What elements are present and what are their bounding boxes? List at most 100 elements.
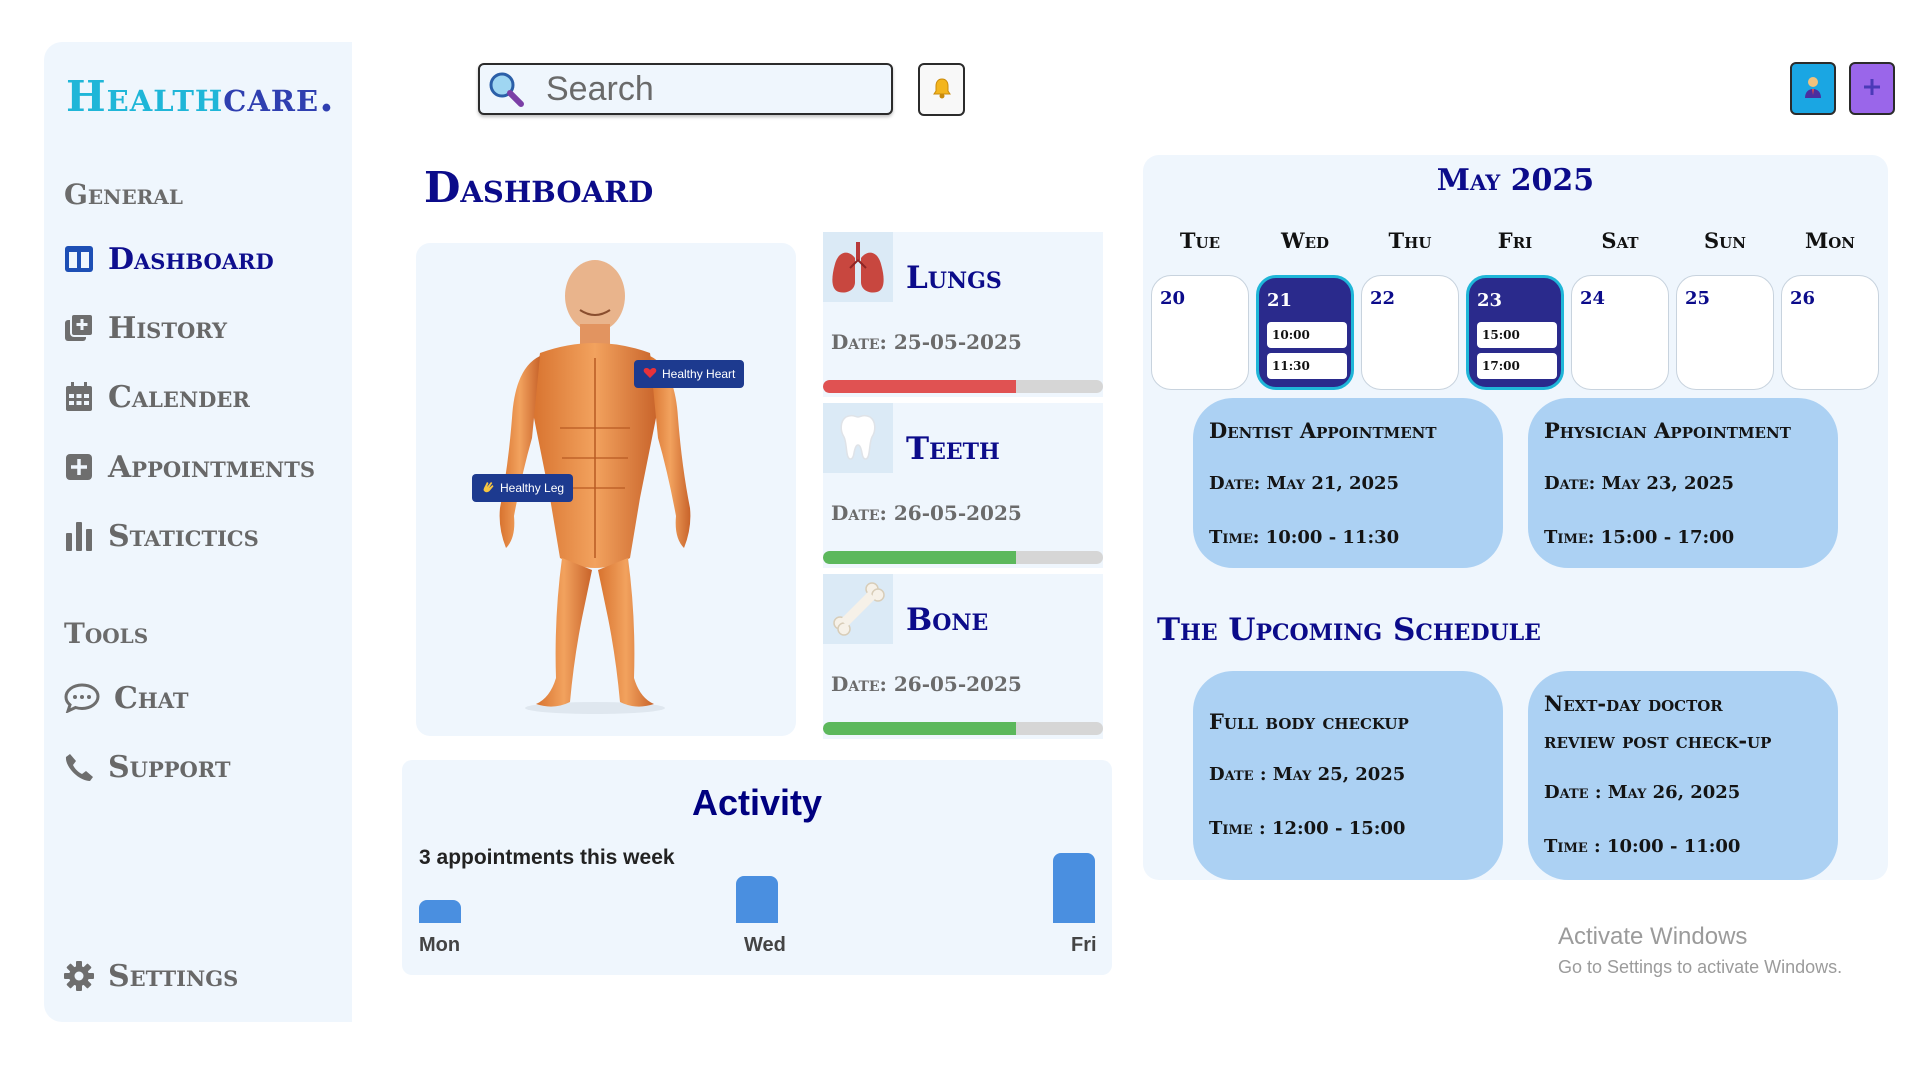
upcoming-title-line1: Next-day doctor — [1544, 691, 1723, 716]
bell-icon — [932, 77, 952, 103]
history-icon — [64, 313, 94, 343]
activate-windows-title: Activate Windows — [1558, 923, 1748, 950]
upcoming-title: Full body checkup — [1209, 709, 1409, 734]
calendar-day-selected[interactable]: 23 15:00 17:00 — [1466, 275, 1564, 390]
upcoming-card-checkup[interactable]: Full body checkup Date : May 25, 2025 Ti… — [1193, 671, 1503, 880]
calendar-icon — [64, 382, 94, 412]
organ-name: Teeth — [906, 431, 1000, 467]
day-number: 20 — [1160, 288, 1186, 309]
bar-chart-icon — [64, 521, 94, 551]
progress-fill — [823, 722, 1017, 735]
day-number: 23 — [1477, 290, 1503, 311]
upcoming-date: Date : May 25, 2025 — [1209, 764, 1406, 785]
sidebar-item-support[interactable]: Support — [64, 747, 231, 787]
organ-card-lungs[interactable]: Lungs Date: 25-05-2025 — [823, 232, 1103, 397]
progress-bar — [823, 722, 1103, 735]
weekday-label: Sun — [1704, 228, 1746, 253]
weekday-label: Wed — [1280, 228, 1330, 253]
progress-fill — [823, 551, 1017, 564]
waving-hand-icon — [481, 480, 495, 497]
sidebar-item-calendar[interactable]: Calender — [64, 377, 250, 417]
search-bar[interactable] — [478, 63, 893, 115]
app-logo[interactable]: Healthcare. — [66, 72, 335, 121]
activity-title: Activity — [691, 782, 823, 823]
heart-icon — [643, 367, 657, 382]
appointment-card-physician[interactable]: Physician Appointment Date: May 23, 2025… — [1528, 398, 1838, 568]
weekday-label: Tue — [1179, 228, 1221, 253]
search-input[interactable] — [532, 69, 872, 109]
sidebar-item-dashboard[interactable]: Dashboard — [64, 239, 274, 279]
sidebar-item-label: History — [108, 310, 228, 346]
sidebar: Healthcare. General Dashboard History Ca… — [44, 42, 352, 1022]
healthy-leg-tag[interactable]: Healthy Leg — [472, 474, 574, 502]
search-icon — [480, 65, 532, 113]
organ-name: Bone — [906, 602, 989, 638]
time-slot[interactable]: 10:00 — [1267, 322, 1347, 348]
appointment-date: Date: May 21, 2025 — [1209, 473, 1400, 494]
time-slot[interactable]: 11:30 — [1267, 353, 1347, 379]
time-slot[interactable]: 17:00 — [1477, 353, 1557, 379]
upcoming-time: Time : 10:00 - 11:00 — [1544, 836, 1741, 857]
profile-button[interactable] — [1790, 62, 1836, 115]
progress-bar — [823, 380, 1103, 393]
calendar-panel: May 2025 Tue Wed Thu Fri Sat Sun Mon 20 … — [1143, 155, 1888, 880]
profile-icon — [1804, 76, 1822, 102]
organ-date: Date: 26-05-2025 — [831, 672, 1022, 696]
healthy-heart-tag[interactable]: Healthy Heart — [634, 360, 745, 388]
activity-bar-fri[interactable] — [1053, 853, 1095, 923]
activity-bar-wed[interactable] — [736, 876, 778, 923]
calendar-day[interactable]: 25 — [1676, 275, 1774, 390]
sidebar-item-label: Chat — [114, 680, 189, 716]
time-slot[interactable]: 15:00 — [1477, 322, 1557, 348]
gear-icon — [64, 961, 94, 991]
calendar-day[interactable]: 22 — [1361, 275, 1459, 390]
activity-bar-mon[interactable] — [419, 900, 461, 923]
notification-button[interactable] — [918, 63, 965, 116]
section-title-tools: Tools — [64, 617, 149, 650]
section-title-general: General — [64, 178, 183, 211]
weekday-label: Fri — [1497, 228, 1533, 253]
sidebar-item-label: Calender — [108, 379, 250, 415]
day-number: 24 — [1580, 288, 1606, 309]
plus-square-icon — [64, 452, 94, 482]
calendar-day-selected[interactable]: 21 10:00 11:30 — [1256, 275, 1354, 390]
plus-icon — [1862, 74, 1882, 104]
sidebar-item-label: Appointments — [108, 449, 316, 485]
appointment-time: Time: 15:00 - 17:00 — [1544, 527, 1735, 548]
bone-icon — [823, 574, 893, 644]
sidebar-item-appointments[interactable]: Appointments — [64, 447, 315, 487]
organ-date: Date: 26-05-2025 — [831, 501, 1022, 525]
sidebar-item-history[interactable]: History — [64, 308, 227, 348]
calendar-month-title: May 2025 — [1436, 163, 1595, 198]
organ-card-teeth[interactable]: Teeth Date: 26-05-2025 — [823, 403, 1103, 568]
upcoming-card-review[interactable]: Next-day doctor review post check-up Dat… — [1528, 671, 1838, 880]
appointment-card-dentist[interactable]: Dentist Appointment Date: May 21, 2025 T… — [1193, 398, 1503, 568]
calendar-day[interactable]: 24 — [1571, 275, 1669, 390]
progress-fill — [823, 380, 1017, 393]
upcoming-title-line2: review post check-up — [1544, 728, 1772, 753]
sidebar-item-statistics[interactable]: Statictics — [64, 516, 259, 556]
lungs-icon — [823, 232, 893, 302]
add-button[interactable] — [1849, 62, 1895, 115]
sidebar-item-chat[interactable]: Chat — [64, 678, 189, 718]
chat-icon — [64, 683, 100, 713]
upcoming-date: Date : May 26, 2025 — [1544, 782, 1741, 803]
day-number: 25 — [1685, 288, 1711, 309]
upcoming-time: Time : 12:00 - 15:00 — [1209, 818, 1406, 839]
page-title: Dashboard — [424, 163, 654, 212]
activity-label-fri: Fri — [1071, 934, 1097, 956]
day-number: 21 — [1267, 290, 1293, 311]
appointment-time: Time: 10:00 - 11:30 — [1209, 527, 1400, 548]
calendar-day[interactable]: 20 — [1151, 275, 1249, 390]
organ-card-bone[interactable]: Bone Date: 26-05-2025 — [823, 574, 1103, 739]
activity-label-wed: Wed — [744, 934, 786, 956]
weekday-label: Mon — [1804, 228, 1856, 253]
sidebar-item-label: Support — [108, 749, 231, 785]
dashboard-icon — [64, 244, 94, 274]
sidebar-item-label: Dashboard — [108, 241, 274, 277]
sidebar-item-settings[interactable]: Settings — [64, 956, 238, 996]
activity-panel: Activity 3 appointments this week Mon We… — [402, 760, 1112, 975]
calendar-day[interactable]: 26 — [1781, 275, 1879, 390]
sidebar-item-label: Settings — [108, 958, 239, 994]
activity-subtitle: 3 appointments this week — [419, 846, 675, 869]
